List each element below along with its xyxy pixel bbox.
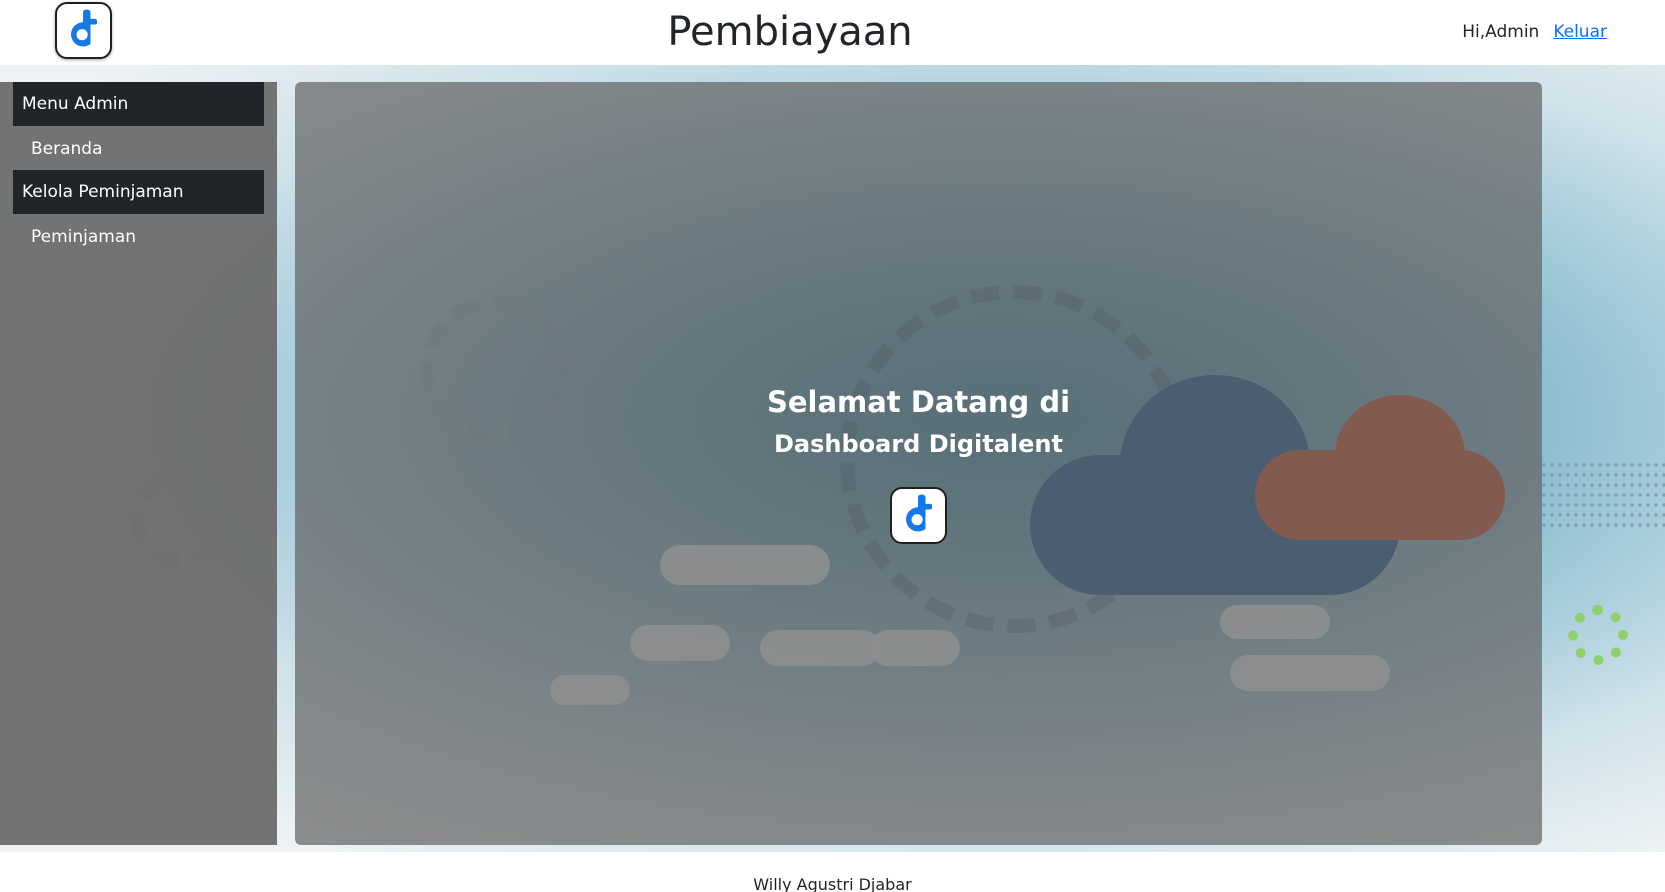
welcome-heading: Selamat Datang di (766, 385, 1071, 419)
sidebar-header-menu-admin: Menu Admin (13, 82, 264, 126)
logout-link[interactable]: Keluar (1553, 22, 1607, 42)
sidebar-item-peminjaman[interactable]: Peminjaman (31, 225, 136, 249)
digitalent-logo-icon (890, 487, 947, 544)
dot-pattern-decoration (1540, 460, 1665, 530)
sidebar: Menu Admin Beranda Kelola Peminjaman Pem… (0, 82, 277, 845)
welcome-subheading: Dashboard Digitalent (773, 430, 1063, 458)
sidebar-item-beranda[interactable]: Beranda (31, 137, 103, 161)
page-title: Pembiayaan (667, 9, 913, 55)
welcome-panel: Selamat Datang di Dashboard Digitalent (295, 82, 1542, 845)
sidebar-header-kelola-peminjaman: Kelola Peminjaman (13, 170, 264, 214)
digitalent-logo-graphic (906, 494, 932, 532)
user-greeting: Hi,Admin (1462, 22, 1540, 42)
gear-decoration (1568, 605, 1628, 665)
footer: Willy Agustri Djabar (0, 853, 1665, 892)
top-header: Pembiayaan Hi,Admin Keluar (0, 0, 1665, 65)
footer-credit: Willy Agustri Djabar (753, 875, 912, 892)
user-area: Hi,Admin Keluar (1462, 20, 1607, 44)
